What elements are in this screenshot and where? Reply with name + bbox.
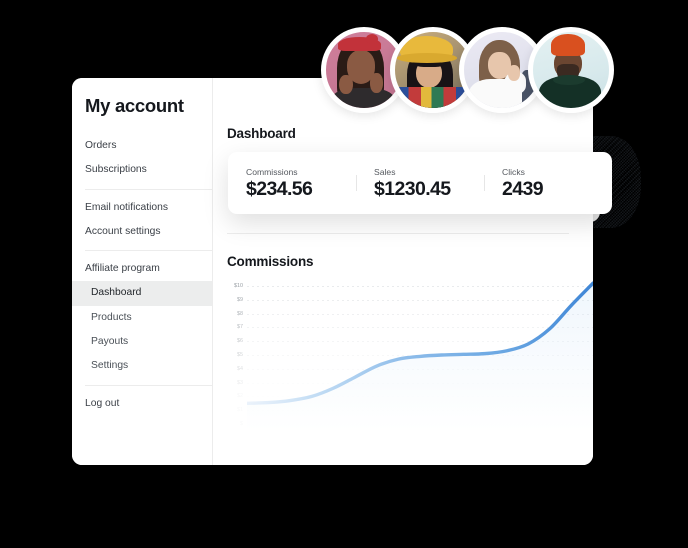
sidebar-divider-3 [85, 384, 212, 386]
chart-y-tick-label: $5 [237, 352, 243, 358]
sidebar-item-orders[interactable]: Orders [72, 134, 212, 158]
sidebar-group-session: Log out [72, 392, 212, 416]
stat-label-commissions: Commissions [246, 166, 298, 177]
chart-y-tick-label: $10 [234, 283, 243, 289]
commissions-chart: $10 $9 $8 $7 $6 $5 $4 $3 $2 $1 $ [213, 280, 593, 432]
chart-y-tick-label: $8 [237, 310, 243, 317]
stat-value-commissions: $234.56 [246, 177, 313, 200]
chart-y-tick-label: $1 [237, 407, 243, 414]
sidebar-divider-1 [85, 188, 212, 190]
chart-y-tick-label: $2 [237, 393, 243, 400]
chart-y-tick-label: $ [240, 421, 243, 427]
sidebar-group-settings: Email notifications Account settings [72, 196, 212, 245]
chart-y-axis: $10 $9 $8 $7 $6 $5 $4 $3 $2 $1 $ [213, 280, 245, 432]
screenshot-stage: My account Orders Subscriptions Email no… [0, 0, 688, 548]
stat-label-clicks: Clicks [502, 166, 525, 177]
sidebar-item-account-settings[interactable]: Account settings [72, 220, 212, 244]
stats-card: Commissions $234.56 Sales $1230.45 Click… [228, 152, 612, 214]
chart-y-tick-label: $4 [237, 365, 243, 372]
chart-heading: Commissions [227, 254, 314, 269]
sidebar-item-settings[interactable]: Settings [72, 354, 212, 378]
sidebar-item-email-notifications[interactable]: Email notifications [72, 196, 212, 220]
stat-value-sales: $1230.45 [374, 177, 451, 200]
account-card: My account Orders Subscriptions Email no… [72, 78, 593, 465]
stat-sales: Sales $1230.45 [356, 167, 484, 199]
chart-y-tick-label: $3 [237, 379, 243, 386]
dashboard-heading: Dashboard [227, 126, 296, 141]
sidebar-divider-2 [85, 250, 212, 252]
sidebar-item-payouts[interactable]: Payouts [72, 330, 212, 354]
sidebar-item-log-out[interactable]: Log out [72, 392, 212, 416]
stat-label-sales: Sales [374, 166, 396, 177]
sidebar-item-subscriptions[interactable]: Subscriptions [72, 158, 212, 182]
chart-line-svg [247, 281, 593, 432]
chart-y-tick-label: $7 [237, 324, 243, 331]
chart-y-tick-label: $9 [237, 296, 243, 303]
avatar-man-orange-beanie[interactable] [528, 27, 614, 113]
sidebar-group-affiliate: Affiliate program Dashboard Products Pay… [72, 257, 212, 378]
sidebar-item-products[interactable]: Products [72, 306, 212, 330]
panel-divider [227, 233, 569, 234]
sidebar-item-affiliate-program[interactable]: Affiliate program [72, 257, 212, 281]
main-panel: Dashboard Commissions $10 $9 $8 $7 $6 $5 $4 $3 $… [213, 78, 593, 465]
avatar-row [321, 27, 614, 113]
sidebar: My account Orders Subscriptions Email no… [72, 78, 213, 465]
stat-clicks: Clicks 2439 [484, 167, 612, 199]
stat-value-clicks: 2439 [502, 177, 544, 200]
sidebar-group-account: Orders Subscriptions [72, 134, 212, 183]
sidebar-item-dashboard[interactable]: Dashboard [72, 281, 212, 306]
stat-commissions: Commissions $234.56 [228, 167, 356, 199]
page-title: My account [85, 95, 184, 116]
chart-y-tick-label: $6 [237, 338, 243, 345]
avatar-photo [533, 32, 609, 108]
